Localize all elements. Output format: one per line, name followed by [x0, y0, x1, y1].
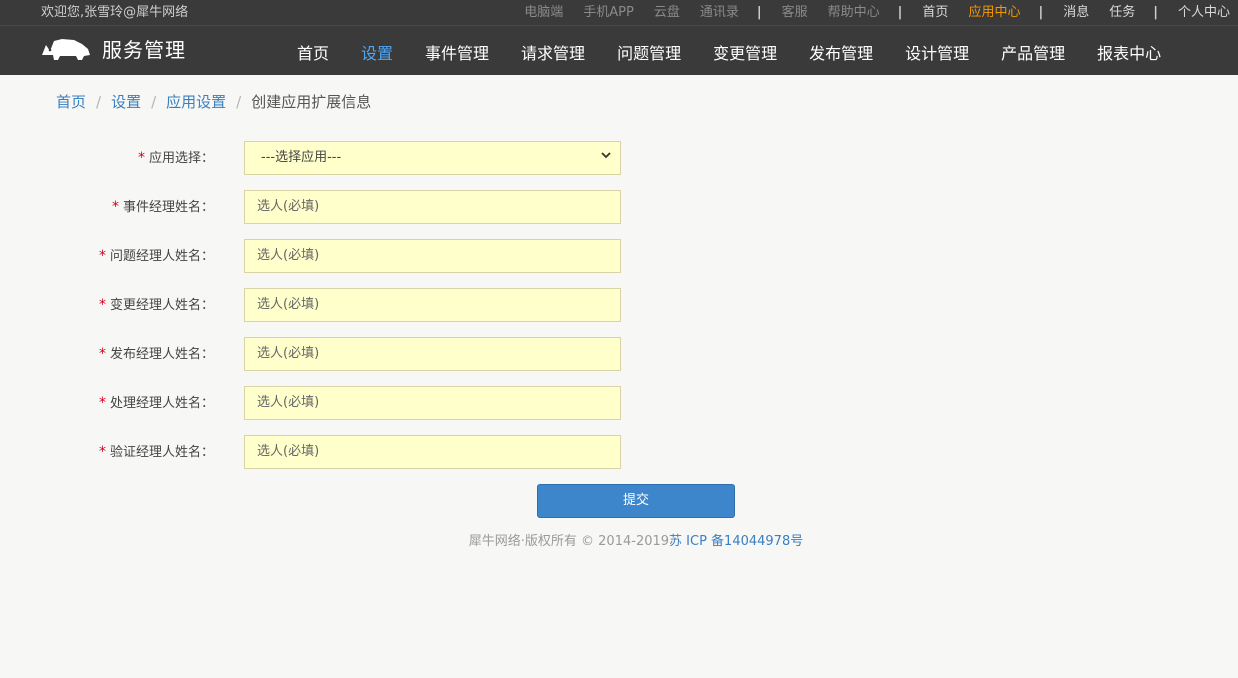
top-link-messages[interactable]: 消息: [1063, 0, 1089, 25]
top-bar: 欢迎您,张雪玲@犀牛网络 电脑端 手机APP 云盘 通讯录 | 客服 帮助中心 …: [0, 0, 1238, 26]
breadcrumb-app-settings[interactable]: 应用设置: [166, 91, 226, 112]
chevron-down-icon: [600, 142, 612, 174]
rhino-icon: [40, 35, 92, 63]
form-row-release-manager: * 发布经理人姓名： 选人(必填): [0, 337, 700, 371]
problem-manager-label-text: 问题经理人姓名：: [109, 249, 214, 264]
handling-manager-input[interactable]: 选人(必填): [244, 386, 621, 420]
release-manager-input[interactable]: 选人(必填): [244, 337, 621, 371]
top-link-contacts[interactable]: 通讯录: [700, 0, 739, 25]
verification-manager-input[interactable]: 选人(必填): [244, 435, 621, 469]
breadcrumb-current: 创建应用扩展信息: [251, 93, 372, 111]
top-link-home[interactable]: 首页: [922, 0, 948, 25]
top-separator: |: [1153, 5, 1158, 20]
nav-item-problem-management[interactable]: 问题管理: [601, 26, 697, 75]
change-manager-label: * 变更经理人姓名：: [99, 288, 214, 322]
brand-title: 服务管理: [102, 38, 186, 62]
form-row-verification-manager: * 验证经理人姓名： 选人(必填): [0, 435, 700, 469]
required-mark: *: [98, 248, 106, 264]
top-link-help-center[interactable]: 帮助中心: [828, 0, 880, 25]
breadcrumb-home[interactable]: 首页: [56, 91, 86, 112]
welcome-text: 欢迎您,张雪玲@犀牛网络: [41, 5, 189, 20]
nav-item-product-management[interactable]: 产品管理: [985, 26, 1081, 75]
footer-icp-link[interactable]: 苏 ICP 备14044978号: [669, 534, 803, 549]
breadcrumb-separator: /: [151, 92, 157, 111]
breadcrumb-settings[interactable]: 设置: [111, 91, 141, 112]
nav-item-report-center[interactable]: 报表中心: [1081, 26, 1177, 75]
required-mark: *: [98, 444, 106, 460]
form-row-incident-manager: * 事件经理姓名： 选人(必填): [0, 190, 700, 224]
handling-manager-label-text: 处理经理人姓名：: [109, 396, 214, 411]
change-manager-label-text: 变更经理人姓名：: [109, 298, 214, 313]
release-manager-label: * 发布经理人姓名：: [99, 337, 214, 371]
verification-manager-label-text: 验证经理人姓名：: [109, 445, 214, 460]
handling-manager-label: * 处理经理人姓名：: [99, 386, 214, 420]
submit-button[interactable]: 提交: [537, 484, 735, 518]
form-row-handling-manager: * 处理经理人姓名： 选人(必填): [0, 386, 700, 420]
verification-manager-label: * 验证经理人姓名：: [99, 435, 214, 469]
required-mark: *: [137, 150, 145, 166]
app-select[interactable]: ---选择应用---: [244, 141, 621, 175]
top-link-app-center[interactable]: 应用中心: [968, 0, 1020, 25]
breadcrumb-separator: /: [236, 92, 242, 111]
breadcrumb: 首页 / 设置 / 应用设置 / 创建应用扩展信息: [56, 91, 371, 112]
form-row-change-manager: * 变更经理人姓名： 选人(必填): [0, 288, 700, 322]
footer-copyright: 犀牛网络·版权所有 © 2014-2019: [468, 534, 670, 549]
top-links: 电脑端 手机APP 云盘 通讯录 | 客服 帮助中心 | 首页 应用中心 | 消…: [504, 0, 1230, 25]
incident-manager-label: * 事件经理姓名：: [112, 190, 214, 224]
change-manager-input[interactable]: 选人(必填): [244, 288, 621, 322]
app-select-value: ---选择应用---: [261, 150, 342, 165]
main-navbar: 服务管理 首页 设置 事件管理 请求管理 问题管理 变更管理 发布管理 设计管理…: [0, 26, 1238, 75]
top-link-customer-service[interactable]: 客服: [782, 0, 808, 25]
release-manager-label-text: 发布经理人姓名：: [109, 347, 214, 362]
nav-item-design-management[interactable]: 设计管理: [889, 26, 985, 75]
required-mark: *: [98, 395, 106, 411]
top-link-tasks[interactable]: 任务: [1109, 0, 1135, 25]
nav-item-release-management[interactable]: 发布管理: [793, 26, 889, 75]
nav-item-incident-management[interactable]: 事件管理: [409, 26, 505, 75]
app-select-label-text: 应用选择：: [148, 151, 214, 166]
nav-item-change-management[interactable]: 变更管理: [697, 26, 793, 75]
app-select-label: * 应用选择：: [138, 141, 214, 175]
top-link-personal-center[interactable]: 个人中心: [1178, 0, 1230, 25]
top-separator: |: [1038, 5, 1044, 20]
required-mark: *: [98, 346, 106, 362]
incident-manager-input[interactable]: 选人(必填): [244, 190, 621, 224]
incident-manager-label-text: 事件经理姓名：: [122, 200, 214, 215]
main-nav: 首页 设置 事件管理 请求管理 问题管理 变更管理 发布管理 设计管理 产品管理…: [281, 26, 1177, 75]
brand[interactable]: 服务管理: [40, 34, 186, 63]
footer: 犀牛网络·版权所有 © 2014-2019苏 ICP 备14044978号: [0, 530, 1238, 549]
problem-manager-label: * 问题经理人姓名：: [99, 239, 214, 273]
top-separator: |: [756, 5, 762, 20]
form-row-app-select: * 应用选择： ---选择应用---: [0, 141, 700, 175]
top-separator: |: [897, 5, 903, 20]
top-link-desktop[interactable]: 电脑端: [524, 0, 563, 25]
nav-item-request-management[interactable]: 请求管理: [505, 26, 601, 75]
required-mark: *: [111, 199, 119, 215]
nav-item-home[interactable]: 首页: [281, 26, 345, 75]
breadcrumb-separator: /: [96, 92, 102, 111]
form-row-problem-manager: * 问题经理人姓名： 选人(必填): [0, 239, 700, 273]
top-link-cloud-disk[interactable]: 云盘: [654, 0, 680, 25]
nav-item-settings[interactable]: 设置: [345, 26, 409, 75]
required-mark: *: [98, 297, 106, 313]
problem-manager-input[interactable]: 选人(必填): [244, 239, 621, 273]
top-link-mobile-app[interactable]: 手机APP: [583, 0, 634, 25]
